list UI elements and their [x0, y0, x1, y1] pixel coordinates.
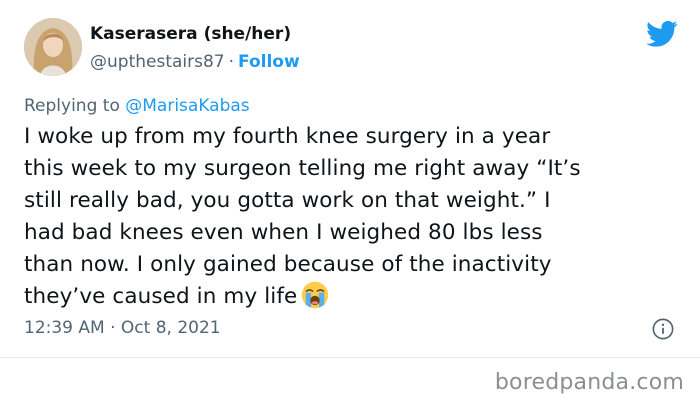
author-display-name[interactable]: Kaserasera (she/her) — [90, 24, 291, 44]
tweet-text-line: still really bad, you gotta work on that… — [24, 188, 551, 213]
follow-button[interactable]: Follow — [238, 52, 300, 72]
tweet-card: Kaserasera (she/her) @upthestairs87 · Foll… — [0, 0, 700, 410]
handle-separator: · — [228, 52, 235, 72]
reply-context: Replying to @MarisaKabas — [24, 96, 250, 116]
tweet-text-line: this week to my surgeon telling me right… — [24, 156, 581, 181]
watermark: boredpanda.com — [494, 370, 684, 395]
author-handle-row: @upthestairs87 · Follow — [90, 52, 300, 72]
reply-prefix: Replying to — [24, 96, 120, 116]
info-icon[interactable] — [652, 318, 674, 340]
author-handle[interactable]: @upthestairs87 — [90, 52, 225, 72]
tweet-text-line: they’ve caused in my life — [24, 284, 298, 309]
loudly-crying-face-icon — [302, 281, 329, 309]
twitter-bird-icon[interactable] — [646, 20, 678, 48]
tweet-timestamp[interactable]: 12:39 AM · Oct 8, 2021 — [24, 318, 221, 338]
avatar-image — [24, 18, 82, 76]
tweet-text-line: I woke up from my fourth knee surgery in… — [24, 124, 551, 149]
tweet-text-line: had bad knees even when I weighed 80 lbs… — [24, 220, 543, 245]
divider — [0, 357, 700, 358]
tweet-text-line: than now. I only gained because of the i… — [24, 252, 552, 277]
tweet-text-last-line: they’ve caused in my life — [24, 281, 664, 313]
reply-mention-link[interactable]: @MarisaKabas — [125, 96, 249, 116]
tweet-text: I woke up from my fourth knee surgery in… — [24, 121, 664, 313]
avatar[interactable] — [24, 18, 82, 76]
